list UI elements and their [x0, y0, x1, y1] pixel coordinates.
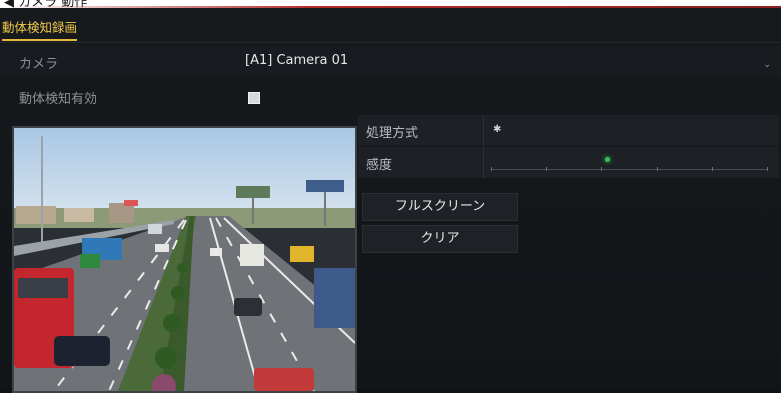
- processing-method-label: 処理方式: [366, 126, 419, 141]
- motion-recording-panel: 動体検知録画 カメラ [A1] Camera 01 ⌄ 動体検知有効 処理方式 …: [0, 8, 781, 393]
- tab-motion-detection-recording[interactable]: 動体検知録画: [2, 17, 78, 41]
- gear-icon[interactable]: ✱: [493, 124, 501, 135]
- sensitivity-tick: [546, 167, 547, 171]
- camera-row[interactable]: カメラ [A1] Camera 01: [0, 46, 781, 76]
- enable-motion-row: 動体検知有効: [0, 80, 781, 110]
- sensitivity-tick: [657, 167, 658, 171]
- enable-motion-checkbox[interactable]: [248, 92, 260, 104]
- sensitivity-tick: [767, 167, 768, 171]
- processing-method-row[interactable]: 処理方式 ✱: [358, 115, 779, 147]
- fullscreen-button[interactable]: フルスクリーン: [362, 193, 518, 221]
- camera-select-value[interactable]: [A1] Camera 01: [245, 53, 348, 68]
- row-divider: [483, 115, 484, 146]
- enable-motion-label: 動体検知有効: [19, 92, 98, 107]
- sensitivity-tick: [601, 167, 602, 171]
- sensitivity-slider-handle[interactable]: [605, 157, 610, 162]
- highway-scene-image: [14, 128, 355, 391]
- sensitivity-tick: [712, 167, 713, 171]
- sensitivity-row: 感度: [358, 147, 779, 179]
- sensitivity-label: 感度: [366, 158, 393, 173]
- row-divider: [483, 147, 484, 178]
- chevron-down-icon[interactable]: ⌄: [763, 60, 771, 70]
- sensitivity-slider-track[interactable]: [491, 169, 767, 170]
- top-title-strip: ◀ カメラ 動作: [0, 0, 781, 8]
- sensitivity-tick: [491, 167, 492, 171]
- camera-label: カメラ: [19, 57, 59, 72]
- tab-divider: [0, 42, 781, 43]
- camera-preview[interactable]: [12, 126, 357, 393]
- clear-button[interactable]: クリア: [362, 225, 518, 253]
